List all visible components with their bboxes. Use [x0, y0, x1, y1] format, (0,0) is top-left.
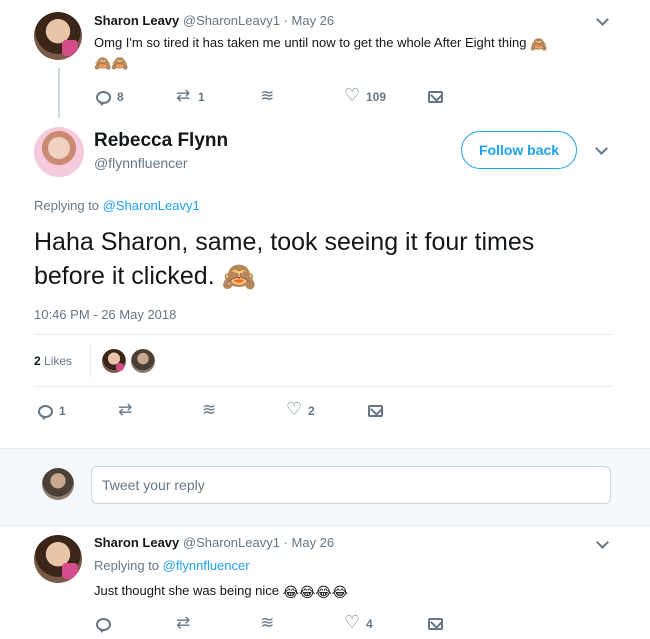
tweet2-actions: 4 [96, 612, 556, 634]
main-reply-count: 1 [59, 404, 66, 418]
retweet-icon [176, 613, 192, 633]
main-chevron-down-icon[interactable] [595, 142, 608, 155]
main-emoji: 🙈 [221, 261, 257, 293]
envelope-icon [428, 618, 443, 630]
main-replying-to-link[interactable]: @SharonLeavy1 [103, 198, 200, 213]
tweet1-text: Omg I'm so tired it has taken me until n… [94, 33, 548, 52]
main-text-line1: Haha Sharon, same, took seeing it four t… [34, 228, 535, 256]
likes-stat[interactable]: 2 Likes [34, 354, 72, 368]
retweet-icon [176, 86, 192, 106]
tweet2-like-count: 4 [366, 617, 373, 631]
main-like-count: 2 [308, 404, 315, 418]
tweet1-reply-button[interactable]: 8 [96, 87, 124, 107]
likes-divider [90, 344, 91, 378]
main-stack-button[interactable] [201, 400, 217, 421]
heart-icon [344, 85, 360, 106]
tweet1-stack-button[interactable] [259, 86, 275, 107]
tweet2-text-body: Just thought she was being nice [94, 583, 280, 598]
tweet1-actions: 8 1 109 [96, 85, 556, 107]
stats-divider-bottom [34, 386, 612, 387]
tweet2-author-handle[interactable]: @SharonLeavy1 [183, 535, 280, 550]
main-actions: 1 2 [38, 399, 498, 421]
avatar-sharon[interactable] [34, 12, 82, 60]
tweet1-author-handle[interactable]: @SharonLeavy1 [183, 13, 280, 28]
tweet2-replying-prefix: Replying to [94, 558, 160, 573]
reply-icon [38, 404, 53, 420]
main-text-line2-wrap: before it clicked. 🙈 [34, 259, 534, 293]
stack-icon [201, 400, 217, 420]
envelope-icon [368, 405, 383, 417]
tweet-reply-input[interactable]: Tweet your reply [91, 466, 611, 504]
current-user-avatar[interactable] [42, 468, 74, 500]
tweet2-author-name[interactable]: Sharon Leavy [94, 535, 179, 550]
liker-avatar-2[interactable] [131, 349, 155, 373]
tweet2-stack-button[interactable] [259, 613, 275, 634]
main-retweet-button[interactable] [118, 400, 134, 421]
tweet1-chevron-down-icon[interactable] [596, 13, 609, 26]
tweet2-reply-button[interactable] [96, 614, 111, 634]
main-text-line2: before it clicked. [34, 262, 215, 290]
main-dm-button[interactable] [368, 401, 383, 421]
main-like-button[interactable]: 2 [286, 399, 315, 421]
tweet1-reply-count: 8 [117, 90, 124, 104]
likes-stat-label: Likes [44, 354, 73, 368]
main-author-name[interactable]: Rebecca Flynn [94, 130, 228, 152]
liker-avatar-1[interactable] [102, 349, 126, 373]
stats-divider-top [34, 334, 612, 335]
tweet1-retweet-count: 1 [198, 90, 205, 104]
tweet1-dm-button[interactable] [428, 87, 443, 107]
heart-icon [286, 399, 302, 420]
retweet-icon [118, 400, 134, 420]
stack-icon [259, 86, 275, 106]
tweet2-emoji: 😂😂😂😂 [282, 583, 349, 600]
tweet2-retweet-button[interactable] [176, 613, 192, 634]
tweet1-retweet-button[interactable]: 1 [176, 86, 205, 107]
main-timestamp[interactable]: 10:46 PM - 26 May 2018 [34, 307, 176, 322]
tweet2-like-button[interactable]: 4 [344, 612, 373, 634]
heart-icon [344, 612, 360, 633]
main-author-handle[interactable]: @flynnfluencer [94, 155, 188, 171]
avatar-rebecca[interactable] [34, 127, 84, 177]
envelope-icon [428, 91, 443, 103]
thread-connector-line [58, 68, 60, 118]
tweet1-text-line2: 🙈🙈 [94, 52, 129, 71]
tweet2-text: Just thought she was being nice 😂😂😂😂 [94, 581, 348, 600]
main-replying-to: Replying to @SharonLeavy1 [34, 198, 200, 213]
tweet2-header: Sharon Leavy @SharonLeavy1 · May 26 [94, 535, 334, 550]
tweet1-text-body: Omg I'm so tired it has taken me until n… [94, 35, 527, 50]
tweet2-date[interactable]: · May 26 [284, 535, 335, 550]
tweet2-dm-button[interactable] [428, 614, 443, 634]
tweet1-emoji-inline: 🙈 [530, 35, 548, 52]
follow-back-button[interactable]: Follow back [461, 131, 577, 169]
main-replying-prefix: Replying to [34, 198, 100, 213]
likes-stat-count: 2 [34, 354, 41, 368]
tweet1-date[interactable]: · May 26 [284, 13, 335, 28]
tweet1-author-name[interactable]: Sharon Leavy [94, 13, 179, 28]
tweet1-header: Sharon Leavy @SharonLeavy1 · May 26 [94, 13, 334, 28]
avatar-sharon-reply[interactable] [34, 535, 82, 583]
stack-icon [259, 613, 275, 633]
reply-icon [96, 90, 111, 106]
tweet2-replying-to-link[interactable]: @flynnfluencer [163, 558, 250, 573]
tweet2-replying-to: Replying to @flynnfluencer [94, 556, 250, 575]
main-reply-button[interactable]: 1 [38, 401, 66, 421]
tweet1-like-count: 109 [366, 90, 387, 104]
tweet1-like-button[interactable]: 109 [344, 85, 387, 107]
reply-icon [96, 617, 111, 633]
main-tweet-text: Haha Sharon, same, took seeing it four t… [34, 225, 534, 293]
tweet2-chevron-down-icon[interactable] [596, 536, 609, 549]
tweet1-emoji-line2: 🙈🙈 [94, 54, 129, 71]
